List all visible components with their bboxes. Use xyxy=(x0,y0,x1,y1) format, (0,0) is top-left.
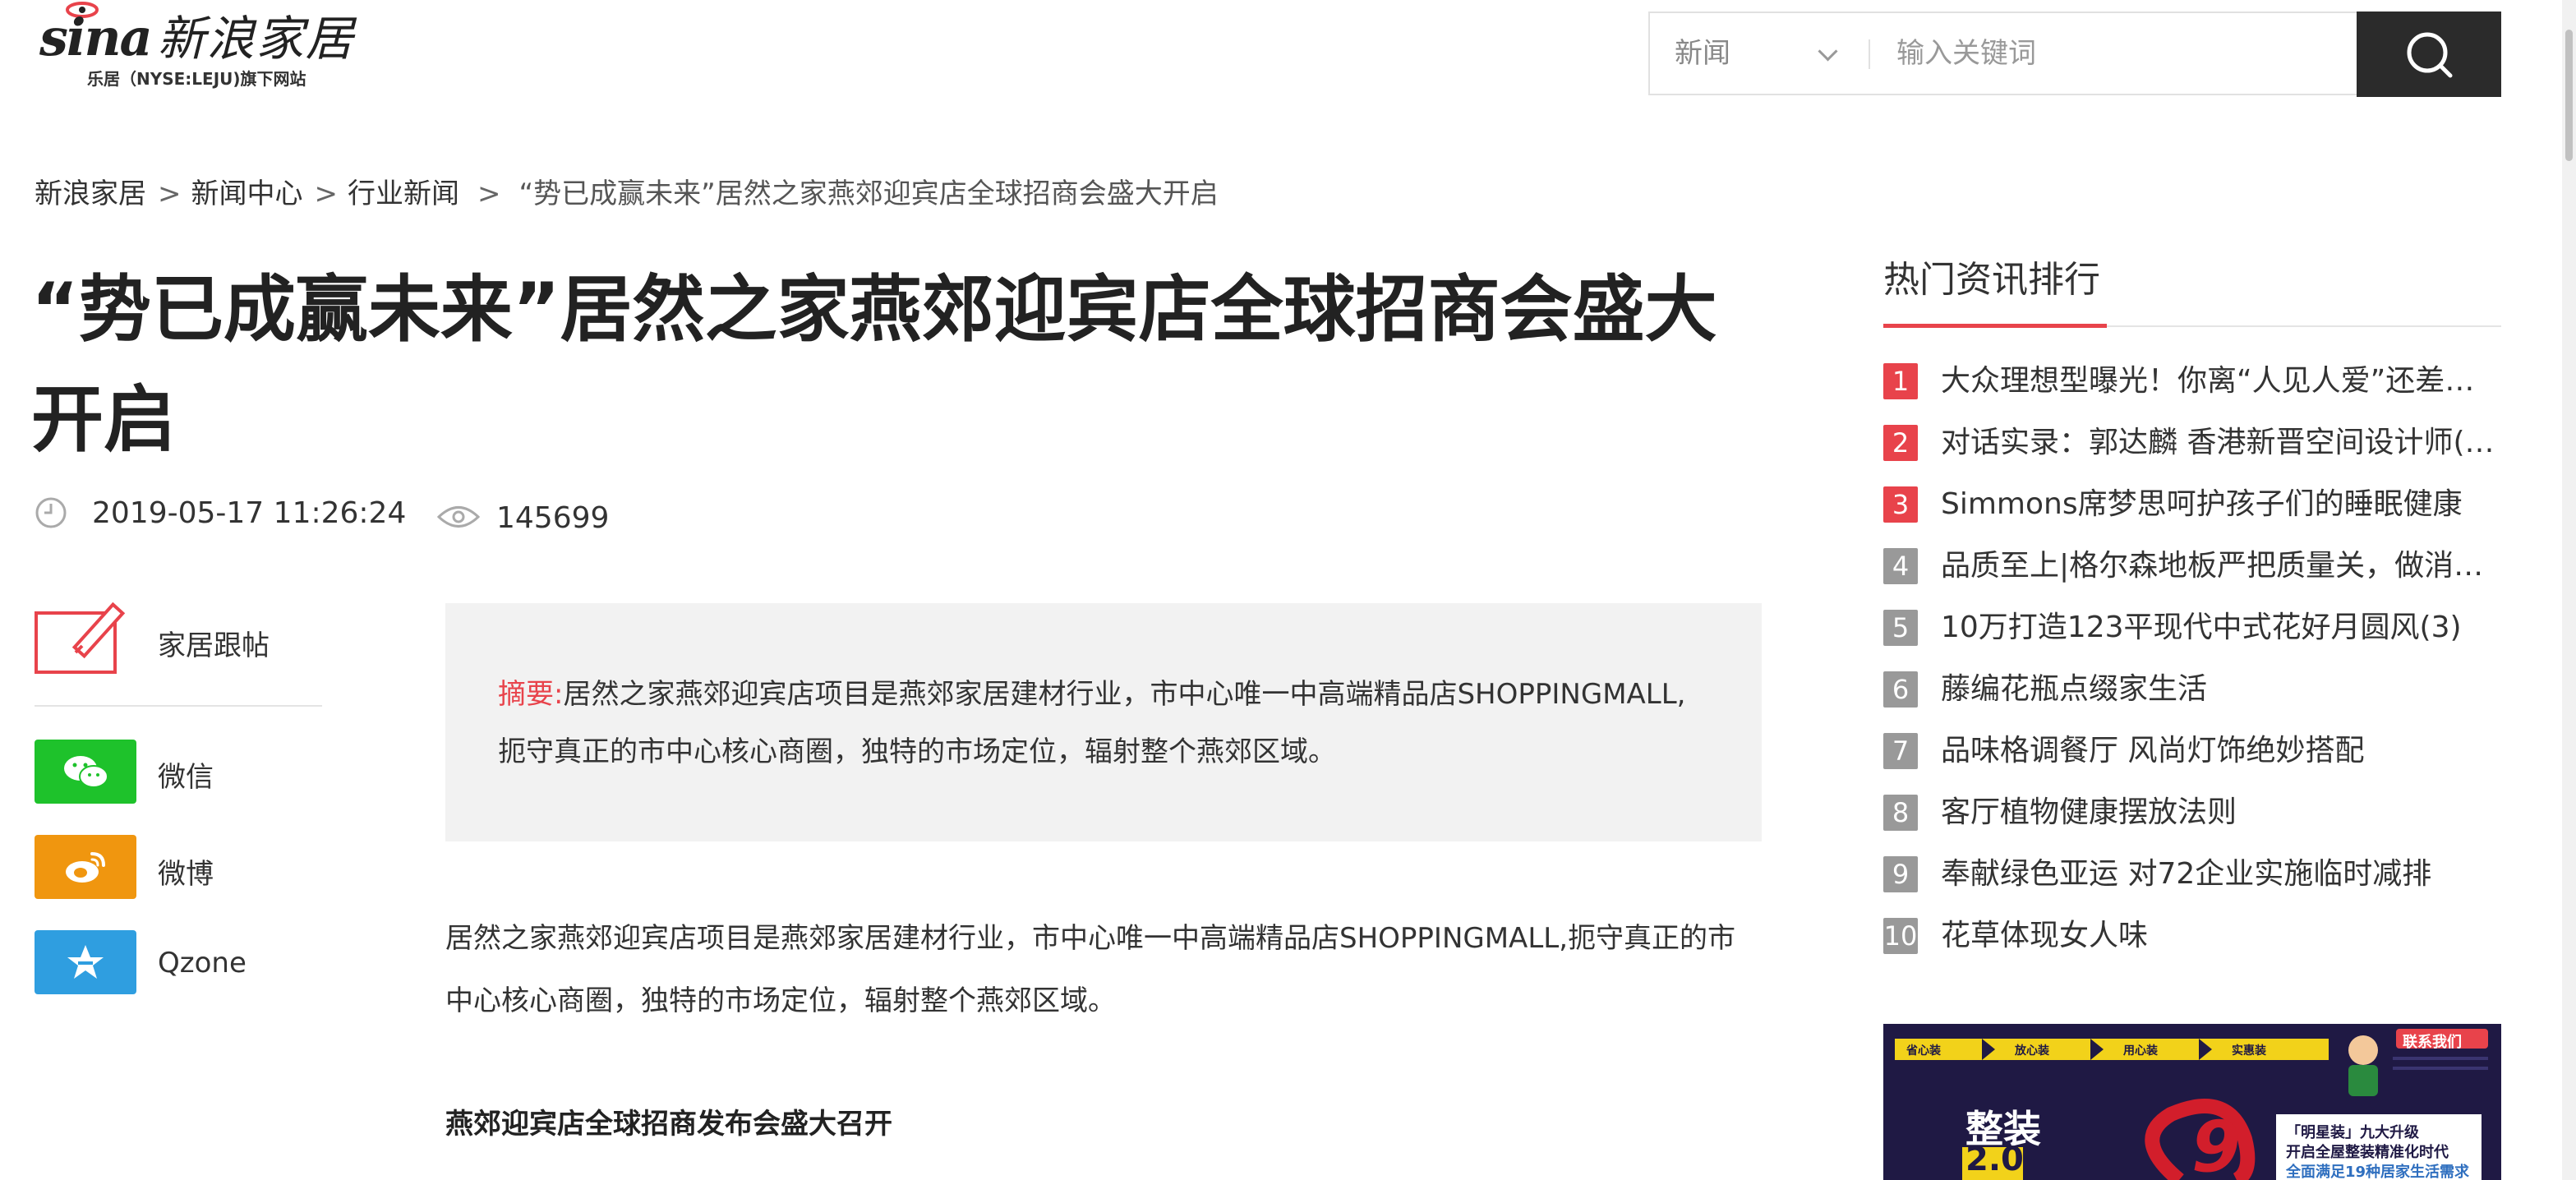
rank-badge: 10 xyxy=(1883,918,1918,954)
rank-badge: 3 xyxy=(1883,486,1918,523)
hot-news-item[interactable]: 6 藤编花瓶点缀家生活 xyxy=(1883,671,2501,733)
publish-datetime: 2019-05-17 11:26:24 xyxy=(92,496,407,530)
ad-big-number: 9 xyxy=(2191,1106,2241,1180)
article-summary: 摘要:居然之家燕郊迎宾店项目是燕郊家居建材行业，市中心唯一中高端精品店SHOPP… xyxy=(445,603,1762,841)
search-category-label: 新闻 xyxy=(1675,37,1730,70)
ad-step-3: 用心装 xyxy=(2123,1044,2158,1058)
breadcrumb-separator: > xyxy=(314,177,339,210)
hot-news-link[interactable]: 大众理想型曝光！你离“人见人爱”还差一步 xyxy=(1941,363,2500,399)
share-divider xyxy=(35,705,322,707)
hot-news-link[interactable]: 品味格调餐厅 风尚灯饰绝妙搭配 xyxy=(1941,733,2500,769)
article-subheading: 燕郊迎宾店全球招商发布会盛大召开 xyxy=(445,1108,892,1141)
summary-text: 居然之家燕郊迎宾店项目是燕郊家居建材行业，市中心唯一中高端精品店SHOPPING… xyxy=(498,678,1686,768)
rank-badge: 4 xyxy=(1883,548,1918,584)
site-logo[interactable]: sina 新浪家居 乐居（NYSE:LEJU)旗下网站 xyxy=(39,0,385,97)
share-wechat-label[interactable]: 微信 xyxy=(158,754,214,795)
weibo-icon xyxy=(66,852,105,883)
ad-step-2: 放心装 xyxy=(2015,1044,2049,1058)
hot-news-item[interactable]: 7 品味格调餐厅 风尚灯饰绝妙搭配 xyxy=(1883,733,2501,795)
qzone-star-icon xyxy=(67,945,104,979)
share-qzone-label[interactable]: Qzone xyxy=(158,947,247,979)
search-icon xyxy=(2407,32,2453,78)
logo-name: 新浪家居 xyxy=(157,11,355,67)
hot-news-link[interactable]: 10万打造123平现代中式花好月圆风(3) xyxy=(1941,610,2500,646)
ad-slogan-2: 开启全屋整装精准化时代 xyxy=(2286,1144,2449,1161)
hot-news-item[interactable]: 8 客厅植物健康摆放法则 xyxy=(1883,795,2501,856)
hot-news-title: 热门资讯排行 xyxy=(1883,259,2100,301)
rank-badge: 1 xyxy=(1883,363,1918,399)
rank-badge: 8 xyxy=(1883,795,1918,831)
article-title: “势已成赢未来”居然之家燕郊迎宾店全球招商会盛大开启 xyxy=(31,267,1717,462)
search-button[interactable] xyxy=(2357,12,2501,97)
ad-slogan-1: 「明星装」九大升级 xyxy=(2286,1124,2419,1141)
hot-news-item[interactable]: 9 奉献绿色亚运 对72企业实施临时减排 xyxy=(1883,856,2501,918)
breadcrumb-separator: > xyxy=(477,177,501,210)
logo-wordmark: sina 新浪家居 xyxy=(39,0,355,69)
rank-badge: 7 xyxy=(1883,733,1918,769)
article-paragraph: 居然之家燕郊迎宾店项目是燕郊家居建材行业，市中心唯一中高端精品店SHOPPING… xyxy=(445,922,1736,1017)
breadcrumb-current: “势已成赢未来”居然之家燕郊迎宾店全球招商会盛大开启 xyxy=(518,177,1219,210)
rank-badge: 2 xyxy=(1883,425,1918,461)
hot-news-accent xyxy=(1883,324,2107,328)
share-qzone-button[interactable] xyxy=(35,930,136,994)
breadcrumb: 新浪家居 > 新闻中心 > 行业新闻 > “势已成赢未来”居然之家燕郊迎宾店全球招商会盛大开… xyxy=(35,171,1219,211)
hot-news-link[interactable]: 品质至上|格尔森地板严把质量关，做消费者放心品牌 xyxy=(1941,548,2500,584)
breadcrumb-separator: > xyxy=(158,177,182,210)
search-category-select[interactable]: 新闻 xyxy=(1675,13,1730,94)
hot-news-link[interactable]: 对话实录：郭达麟 香港新晋空间设计师(图) xyxy=(1941,425,2500,461)
breadcrumb-link-industry-news[interactable]: 行业新闻 xyxy=(348,177,459,210)
ad-version: 2.0 xyxy=(1965,1141,2024,1178)
search-bar: 新闻 xyxy=(1648,12,2501,97)
hot-news-link[interactable]: 奉献绿色亚运 对72企业实施临时减排 xyxy=(1941,856,2500,892)
edit-comment-icon[interactable] xyxy=(35,602,135,675)
breadcrumb-link-news-center[interactable]: 新闻中心 xyxy=(191,177,303,210)
hot-news-item[interactable]: 10 花草体现女人味 xyxy=(1883,918,2501,979)
hot-news-list: 1 大众理想型曝光！你离“人见人爱”还差一步 2 对话实录：郭达麟 香港新晋空间… xyxy=(1883,363,2501,979)
hot-news-link[interactable]: 客厅植物健康摆放法则 xyxy=(1941,795,2500,831)
view-count: 145699 xyxy=(496,501,610,535)
hot-news-item[interactable]: 2 对话实录：郭达麟 香港新晋空间设计师(图) xyxy=(1883,425,2501,486)
ad-banner[interactable]: 省心装 放心装 用心装 实惠装 联系我们 整装 2.0 9 「明星装」九大升级 … xyxy=(1883,1024,2501,1180)
breadcrumb-link-home[interactable]: 新浪家居 xyxy=(35,177,146,210)
hot-news-link[interactable]: 花草体现女人味 xyxy=(1941,918,2500,954)
page-scrollbar[interactable] xyxy=(2562,0,2576,1180)
search-input[interactable] xyxy=(1896,13,2357,94)
follow-post-label[interactable]: 家居跟帖 xyxy=(158,623,270,663)
ad-step-1: 省心装 xyxy=(1906,1044,1941,1058)
rank-badge: 5 xyxy=(1883,610,1918,646)
logo-brand: sina xyxy=(39,7,153,67)
hot-news-item[interactable]: 1 大众理想型曝光！你离“人见人爱”还差一步 xyxy=(1883,363,2501,425)
share-weibo-button[interactable] xyxy=(35,835,136,899)
hot-news-link[interactable]: Simmons席梦思呵护孩子们的睡眠健康 xyxy=(1941,486,2500,523)
hot-news-item[interactable]: 5 10万打造123平现代中式花好月圆风(3) xyxy=(1883,610,2501,671)
share-weibo-label[interactable]: 微博 xyxy=(158,851,214,892)
ad-step-4: 实惠装 xyxy=(2232,1044,2266,1058)
hot-news-item[interactable]: 3 Simmons席梦思呵护孩子们的睡眠健康 xyxy=(1883,486,2501,548)
scrollbar-thumb[interactable] xyxy=(2565,30,2573,161)
wechat-icon xyxy=(64,756,108,788)
ad-contact: 联系我们 xyxy=(2403,1034,2462,1051)
rank-badge: 9 xyxy=(1883,856,1918,892)
clock-icon xyxy=(35,497,67,528)
hot-news-link[interactable]: 藤编花瓶点缀家生活 xyxy=(1941,671,2500,708)
search-divider xyxy=(1869,39,1870,69)
eye-icon xyxy=(437,506,480,528)
chevron-down-icon[interactable] xyxy=(1818,41,1838,62)
rank-badge: 6 xyxy=(1883,671,1918,708)
hot-news-item[interactable]: 4 品质至上|格尔森地板严把质量关，做消费者放心品牌 xyxy=(1883,548,2501,610)
ad-slogan-3: 全面满足19种居家生活需求 xyxy=(2286,1164,2470,1180)
logo-tagline: 乐居（NYSE:LEJU)旗下网站 xyxy=(87,69,306,89)
summary-label: 摘要: xyxy=(498,678,564,711)
share-wechat-button[interactable] xyxy=(35,740,136,804)
